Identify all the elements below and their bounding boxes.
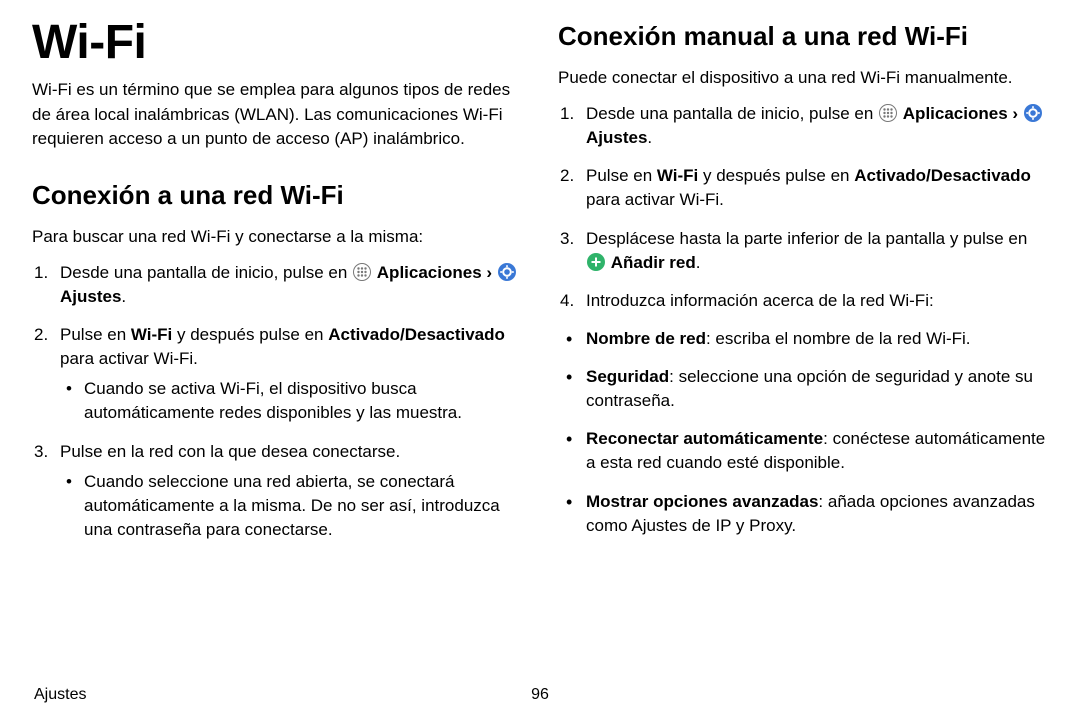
b2t: Seguridad [586, 367, 669, 386]
settings-icon [1024, 104, 1042, 122]
s2s2wifi: Wi-Fi [657, 166, 698, 185]
section1-step3-sub: Cuando seleccione una red abierta, se co… [60, 470, 522, 542]
s1s2c: para activar Wi-Fi. [60, 349, 198, 368]
b3t: Reconectar automáticamente [586, 429, 823, 448]
section2-step2: Pulse en Wi-Fi y después pulse en Activa… [558, 164, 1048, 212]
section2-steps: Desde una pantalla de inicio, pulse en A… [558, 102, 1048, 313]
section2-step1: Desde una pantalla de inicio, pulse en A… [558, 102, 1048, 150]
step1-pre: Desde una pantalla de inicio, pulse en [60, 263, 352, 282]
s2s3b: . [696, 253, 701, 272]
section1-step2-sub: Cuando se activa Wi-Fi, el dispositivo b… [60, 377, 522, 425]
apps-label: Aplicaciones [377, 263, 482, 282]
section1-step2-sub1: Cuando se activa Wi-Fi, el dispositivo b… [60, 377, 522, 425]
settings-label: Ajustes [586, 128, 647, 147]
s2s2toggle: Activado/Desactivado [854, 166, 1031, 185]
section1-heading: Conexión a una red Wi-Fi [32, 181, 522, 211]
s2s4: Introduzca información acerca de la red … [586, 291, 934, 310]
field-nombre: Nombre de red: escriba el nombre de la r… [558, 327, 1048, 351]
s1s3: Pulse en la red con la que desea conecta… [60, 442, 400, 461]
apps-icon [353, 263, 371, 281]
b1r: : escriba el nombre de la red Wi-Fi. [706, 329, 971, 348]
separator: › [1008, 104, 1023, 123]
b4t: Mostrar opciones avanzadas [586, 492, 818, 511]
separator: › [482, 263, 497, 282]
footer-spacer [1042, 686, 1046, 704]
footer-page-number: 96 [531, 686, 549, 704]
field-reconectar: Reconectar automáticamente: conéctese au… [558, 427, 1048, 475]
section2-heading: Conexión manual a una red Wi-Fi [558, 22, 1048, 52]
s1s2a: Pulse en [60, 325, 131, 344]
s2s1post: . [647, 128, 652, 147]
section1-lead: Para buscar una red Wi-Fi y conectarse a… [32, 225, 522, 249]
section1-step1: Desde una pantalla de inicio, pulse en A… [32, 261, 522, 309]
section2-fields: Nombre de red: escriba el nombre de la r… [558, 327, 1048, 538]
section2-step4: Introduzca información acerca de la red … [558, 289, 1048, 313]
section1-step3: Pulse en la red con la que desea conecta… [32, 440, 522, 543]
s1s2toggle: Activado/Desactivado [328, 325, 505, 344]
s1s2wifi: Wi-Fi [131, 325, 172, 344]
section1-step2: Pulse en Wi-Fi y después pulse en Activa… [32, 323, 522, 426]
left-column: Wi-Fi Wi-Fi es un término que se emplea … [32, 18, 522, 682]
apps-label: Aplicaciones [903, 104, 1008, 123]
manual-page: Wi-Fi Wi-Fi es un término que se emplea … [0, 0, 1080, 720]
add-icon [587, 253, 605, 271]
s2s2a: Pulse en [586, 166, 657, 185]
page-footer: Ajustes 96 [32, 686, 1048, 704]
field-seguridad: Seguridad: seleccione una opción de segu… [558, 365, 1048, 413]
s2s2c: para activar Wi-Fi. [586, 190, 724, 209]
settings-label: Ajustes [60, 287, 121, 306]
settings-icon [498, 263, 516, 281]
add-network-label: Añadir red [611, 253, 696, 272]
section2-step3: Desplácese hasta la parte inferior de la… [558, 227, 1048, 275]
section1-steps: Desde una pantalla de inicio, pulse en A… [32, 261, 522, 542]
field-avanzadas: Mostrar opciones avanzadas: añada opcion… [558, 490, 1048, 538]
right-column: Conexión manual a una red Wi-Fi Puede co… [558, 18, 1048, 682]
s2s2b: y después pulse en [698, 166, 854, 185]
s2s1pre: Desde una pantalla de inicio, pulse en [586, 104, 878, 123]
s2s3a: Desplácese hasta la parte inferior de la… [586, 229, 1027, 248]
section1-step3-sub1: Cuando seleccione una red abierta, se co… [60, 470, 522, 542]
apps-icon [879, 104, 897, 122]
two-column-layout: Wi-Fi Wi-Fi es un término que se emplea … [32, 18, 1048, 682]
step1-post: . [121, 287, 126, 306]
footer-section: Ajustes [34, 686, 86, 704]
section2-lead: Puede conectar el dispositivo a una red … [558, 66, 1048, 90]
page-title: Wi-Fi [32, 18, 522, 68]
s1s2b: y después pulse en [172, 325, 328, 344]
b1t: Nombre de red [586, 329, 706, 348]
intro-paragraph: Wi-Fi es un término que se emplea para a… [32, 78, 522, 150]
